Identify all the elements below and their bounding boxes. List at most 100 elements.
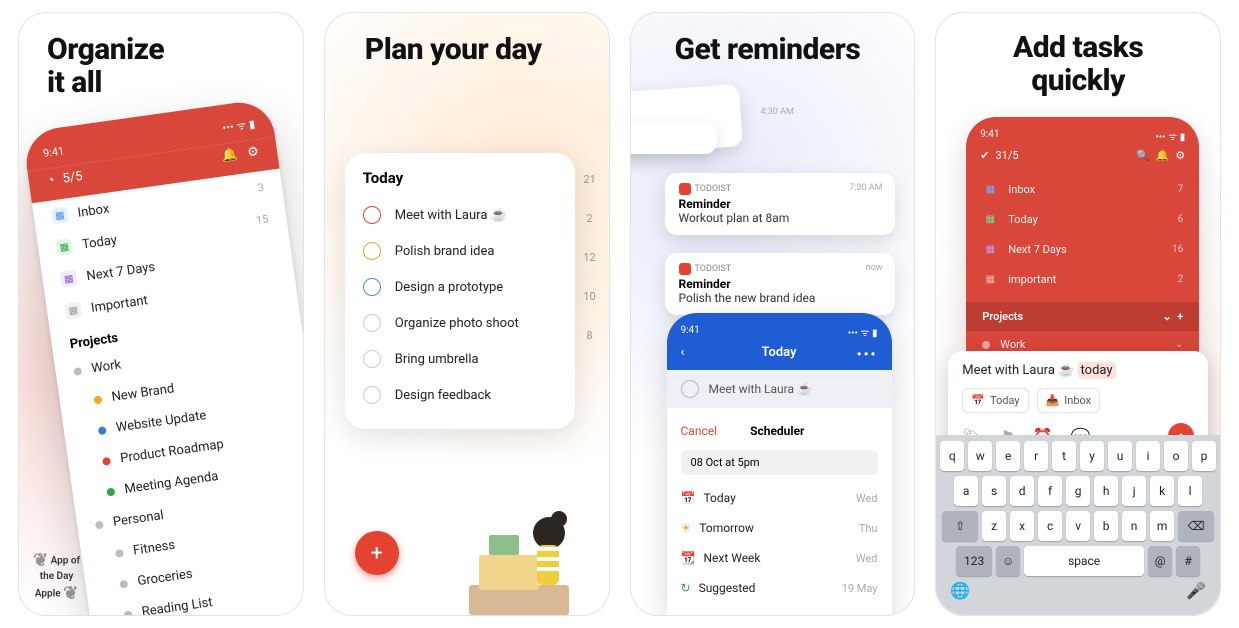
key-y[interactable]: y: [1080, 441, 1104, 471]
task-row[interactable]: Organize photo shoot: [363, 305, 557, 341]
key-q[interactable]: q: [940, 441, 964, 471]
task-checkbox[interactable]: [363, 278, 381, 296]
key-i[interactable]: i: [1136, 441, 1160, 471]
key-z[interactable]: z: [982, 511, 1006, 541]
scheduler-option[interactable]: ↻Suggested19 May: [681, 573, 878, 603]
bell-icon[interactable]: 🔔: [1156, 149, 1170, 162]
task-checkbox[interactable]: [363, 314, 381, 332]
nav-label: Important: [90, 293, 149, 316]
sidebar-item[interactable]: ▦important2: [966, 264, 1199, 294]
key-o[interactable]: o: [1164, 441, 1188, 471]
key-x[interactable]: x: [1010, 511, 1034, 541]
task-checkbox[interactable]: [681, 380, 699, 398]
projects-header[interactable]: Projects ⌄ +: [966, 302, 1199, 331]
count-badge: 16: [1172, 244, 1183, 255]
chevron-down-icon[interactable]: ⌄: [1163, 310, 1172, 323]
key-backspace[interactable]: ⌫: [1178, 511, 1214, 541]
key-p[interactable]: p: [1192, 441, 1216, 471]
key-e[interactable]: e: [996, 441, 1020, 471]
key-k[interactable]: k: [1150, 476, 1174, 506]
key-u[interactable]: u: [1108, 441, 1132, 471]
calendar-cell[interactable]: 21: [583, 173, 595, 186]
task-checkbox[interactable]: [363, 386, 381, 404]
key-shift[interactable]: ⇧: [942, 511, 978, 541]
notification-title: Reminder: [679, 277, 881, 291]
bell-icon[interactable]: 🔔: [220, 147, 238, 164]
globe-icon[interactable]: 🌐: [950, 581, 970, 600]
search-icon[interactable]: 🔍: [1136, 149, 1150, 162]
key-s[interactable]: s: [982, 476, 1006, 506]
cancel-button[interactable]: Cancel: [681, 424, 718, 438]
nav-icon: ▦: [982, 271, 998, 287]
app-icon: [679, 263, 691, 275]
projects-list: WorkNew BrandWebsite UpdateProduct Roadm…: [54, 324, 304, 616]
key-c[interactable]: c: [1038, 511, 1062, 541]
scheduler-option[interactable]: 📅TodayWed: [681, 483, 878, 513]
more-icon[interactable]: •••: [857, 347, 878, 363]
calendar-cell[interactable]: 8: [586, 329, 592, 342]
key-j[interactable]: j: [1122, 476, 1146, 506]
task-row[interactable]: Design feedback: [363, 377, 557, 413]
calendar-cell[interactable]: 2: [586, 212, 592, 225]
nav-label: Today: [81, 232, 118, 252]
key-hash[interactable]: #: [1176, 546, 1200, 576]
project-label: Personal: [112, 508, 165, 530]
key-m[interactable]: m: [1150, 511, 1174, 541]
task-row[interactable]: Polish brand idea: [363, 233, 557, 269]
task-checkbox[interactable]: [363, 350, 381, 368]
task-checkbox[interactable]: [363, 206, 381, 224]
notification-time: now: [866, 263, 883, 273]
mic-icon[interactable]: 🎤: [1186, 581, 1206, 600]
calendar-cell[interactable]: 12: [583, 251, 595, 264]
dot-icon: [124, 610, 133, 616]
key-d[interactable]: d: [1010, 476, 1034, 506]
scheduler-option[interactable]: ☀TomorrowThu: [681, 513, 878, 543]
key-b[interactable]: b: [1094, 511, 1118, 541]
key-a[interactable]: a: [954, 476, 978, 506]
key-n[interactable]: n: [1122, 511, 1146, 541]
task-row[interactable]: Meet with Laura ☕: [363, 197, 557, 233]
task-input[interactable]: Meet with Laura ☕ today: [962, 363, 1194, 378]
notification-card[interactable]: TODOIST 7:30 AM Reminder Workout plan at…: [665, 173, 895, 235]
add-task-fab[interactable]: +: [355, 531, 399, 575]
key-t[interactable]: t: [1052, 441, 1076, 471]
progress-icon: ✔: [980, 149, 989, 162]
notification-card[interactable]: TODOIST now Reminder Polish the new bran…: [665, 253, 895, 315]
task-row[interactable]: Design a prototype: [363, 269, 557, 305]
key-g[interactable]: g: [1066, 476, 1090, 506]
add-project-icon[interactable]: +: [1177, 310, 1183, 323]
screenshot-plan-day: Plan your day 21212108 Today Meet with L…: [324, 12, 610, 616]
chip-project[interactable]: 📥Inbox: [1037, 388, 1101, 413]
dot-icon: [106, 487, 115, 496]
option-day: Wed: [856, 492, 878, 505]
sidebar-item[interactable]: ▦Inbox7: [966, 174, 1199, 204]
key-at[interactable]: @: [1148, 546, 1172, 576]
back-icon[interactable]: ‹: [681, 345, 685, 360]
key-f[interactable]: f: [1038, 476, 1062, 506]
key-v[interactable]: v: [1066, 511, 1090, 541]
sidebar-item[interactable]: ▦Today6: [966, 204, 1199, 234]
key-l[interactable]: l: [1178, 476, 1202, 506]
key-numbers[interactable]: 123: [956, 546, 992, 576]
key-space[interactable]: space: [1024, 546, 1144, 576]
sidebar-item[interactable]: ▦Next 7 Days16: [966, 234, 1199, 264]
task-row[interactable]: Bring umbrella: [363, 341, 557, 377]
project-label: Work: [91, 357, 123, 376]
task-checkbox[interactable]: [363, 242, 381, 260]
chip-schedule[interactable]: 📅Today: [962, 388, 1028, 413]
scheduler-options: 📅TodayWed☀TomorrowThu📆Next WeekWed↻Sugge…: [681, 483, 878, 603]
gear-icon[interactable]: ⚙: [1175, 149, 1185, 162]
gear-icon[interactable]: ⚙: [246, 144, 260, 160]
dot-icon: [95, 520, 104, 529]
calendar-cell[interactable]: 10: [583, 290, 595, 303]
key-w[interactable]: w: [968, 441, 992, 471]
selected-task-row[interactable]: Meet with Laura ☕: [667, 370, 892, 408]
date-input[interactable]: 08 Oct at 5pm: [681, 450, 878, 475]
key-emoji[interactable]: ☺: [996, 546, 1020, 576]
notification-body: Workout plan at 8am: [679, 211, 881, 225]
scheduler-option[interactable]: 📆Next WeekWed: [681, 543, 878, 573]
key-h[interactable]: h: [1094, 476, 1118, 506]
panel-heading: Plan your day: [365, 33, 542, 66]
key-r[interactable]: r: [1024, 441, 1048, 471]
chevron-down-icon[interactable]: ⌄: [1175, 339, 1183, 350]
